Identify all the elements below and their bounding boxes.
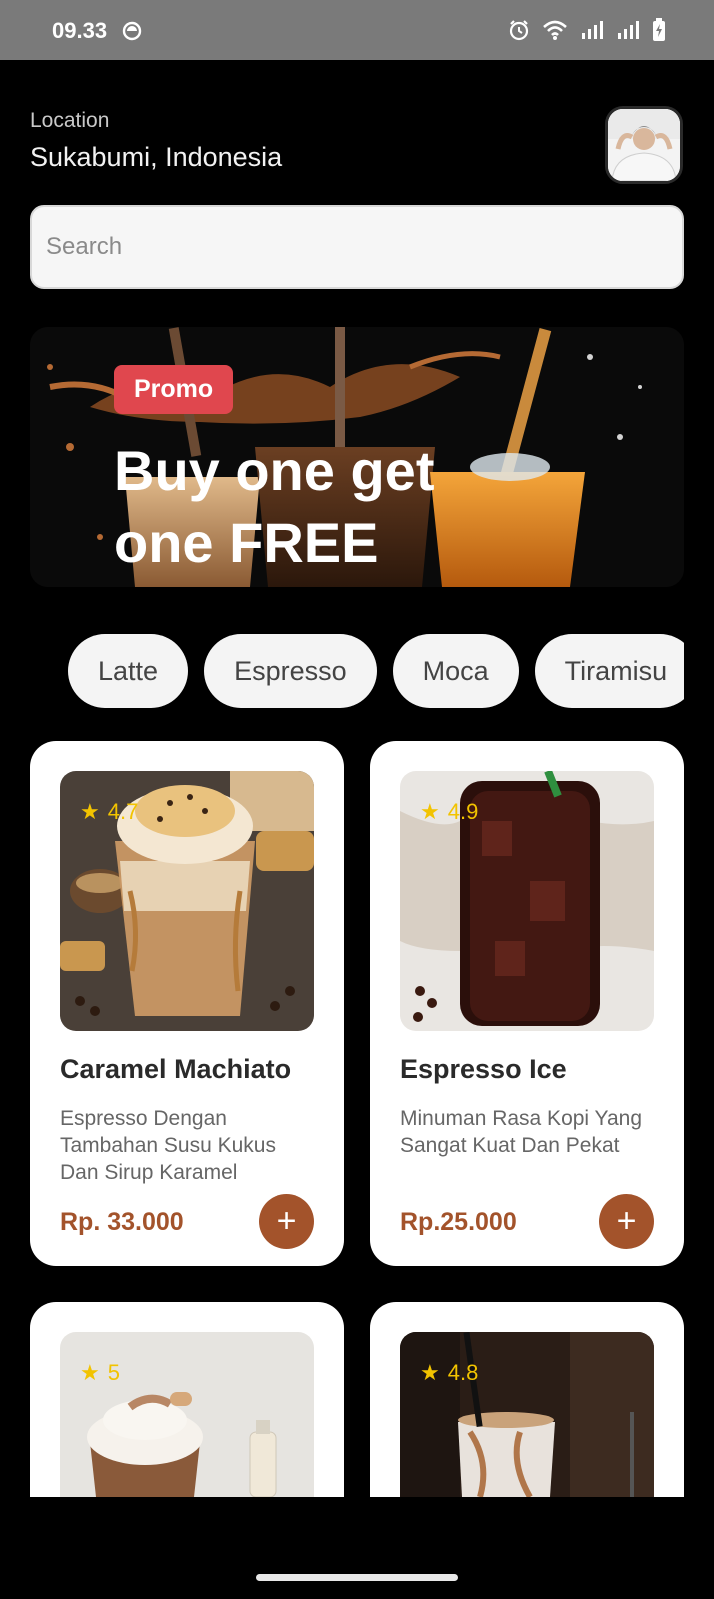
rating: ★ 4.8 — [420, 1360, 478, 1386]
star-icon: ★ — [80, 1360, 100, 1385]
product-image: ★ 4.8 — [400, 1332, 654, 1497]
plus-icon: + — [616, 1202, 637, 1240]
star-icon: ★ — [420, 799, 440, 824]
product-card[interactable]: ★ 4.7 Caramel Machiato Espresso Dengan T… — [30, 741, 344, 1266]
product-card[interactable]: ★ 4.9 Espresso Ice Minuman Rasa Kopi Yan… — [370, 741, 684, 1266]
signal-icon — [582, 21, 603, 39]
add-to-cart-button[interactable]: + — [599, 1194, 654, 1249]
plus-icon: + — [276, 1202, 297, 1240]
rating-value: 4.7 — [107, 799, 139, 824]
category-tiramisu[interactable]: Tiramisu — [534, 634, 684, 708]
product-image: ★ 5 — [60, 1332, 314, 1497]
rating: ★ 5 — [80, 1360, 120, 1386]
status-time: 09.33 — [52, 18, 108, 43]
add-to-cart-button[interactable]: + — [259, 1194, 314, 1249]
product-name: Espresso Ice — [400, 1054, 567, 1084]
wifi-icon — [543, 20, 567, 40]
rating: ★ 4.7 — [80, 799, 138, 825]
battery-icon — [653, 18, 665, 41]
rating: ★ 4.9 — [420, 799, 478, 825]
signal-icon — [618, 21, 639, 39]
promo-banner[interactable]: Promo Buy one get one FREE — [30, 327, 684, 587]
product-image: ★ 4.9 — [400, 771, 654, 1031]
rating-value: 4.8 — [447, 1360, 479, 1385]
product-card[interactable]: ★ 4.8 — [370, 1302, 684, 1497]
star-icon: ★ — [420, 1360, 440, 1385]
promo-badge: Promo — [114, 365, 234, 414]
search-input[interactable] — [32, 207, 682, 287]
product-description: Minuman Rasa Kopi Yang Sangat Kuat Dan P… — [400, 1107, 643, 1157]
home-indicator[interactable] — [256, 1574, 458, 1581]
product-price: Rp.25.000 — [400, 1208, 517, 1236]
alarm-icon — [509, 20, 529, 41]
system-nav-bar — [0, 1497, 714, 1599]
product-description: Espresso Dengan Tambahan Susu Kukus Dan … — [60, 1107, 276, 1184]
product-price: Rp. 33.000 — [60, 1208, 184, 1236]
category-list: Latte Espresso Moca Tiramisu — [30, 634, 684, 710]
search-bar[interactable] — [30, 205, 684, 289]
category-espresso[interactable]: Espresso — [204, 634, 377, 708]
category-moca[interactable]: Moca — [392, 634, 519, 708]
rating-value: 4.9 — [447, 799, 479, 824]
rating-value: 5 — [107, 1360, 120, 1385]
location-value[interactable]: Sukabumi, Indonesia — [30, 142, 282, 173]
status-bar: 09.33 — [0, 0, 714, 60]
product-image: ★ 4.7 — [60, 771, 314, 1031]
avatar-image — [608, 109, 680, 181]
star-icon: ★ — [80, 799, 100, 824]
product-card[interactable]: ★ 5 — [30, 1302, 344, 1497]
category-latte[interactable]: Latte — [68, 634, 189, 708]
product-name: Caramel Machiato — [60, 1054, 292, 1084]
promo-title: Buy one get one FREE — [114, 439, 435, 574]
avatar[interactable] — [605, 106, 683, 184]
location-label: Location — [30, 109, 110, 132]
sync-icon — [122, 21, 142, 41]
